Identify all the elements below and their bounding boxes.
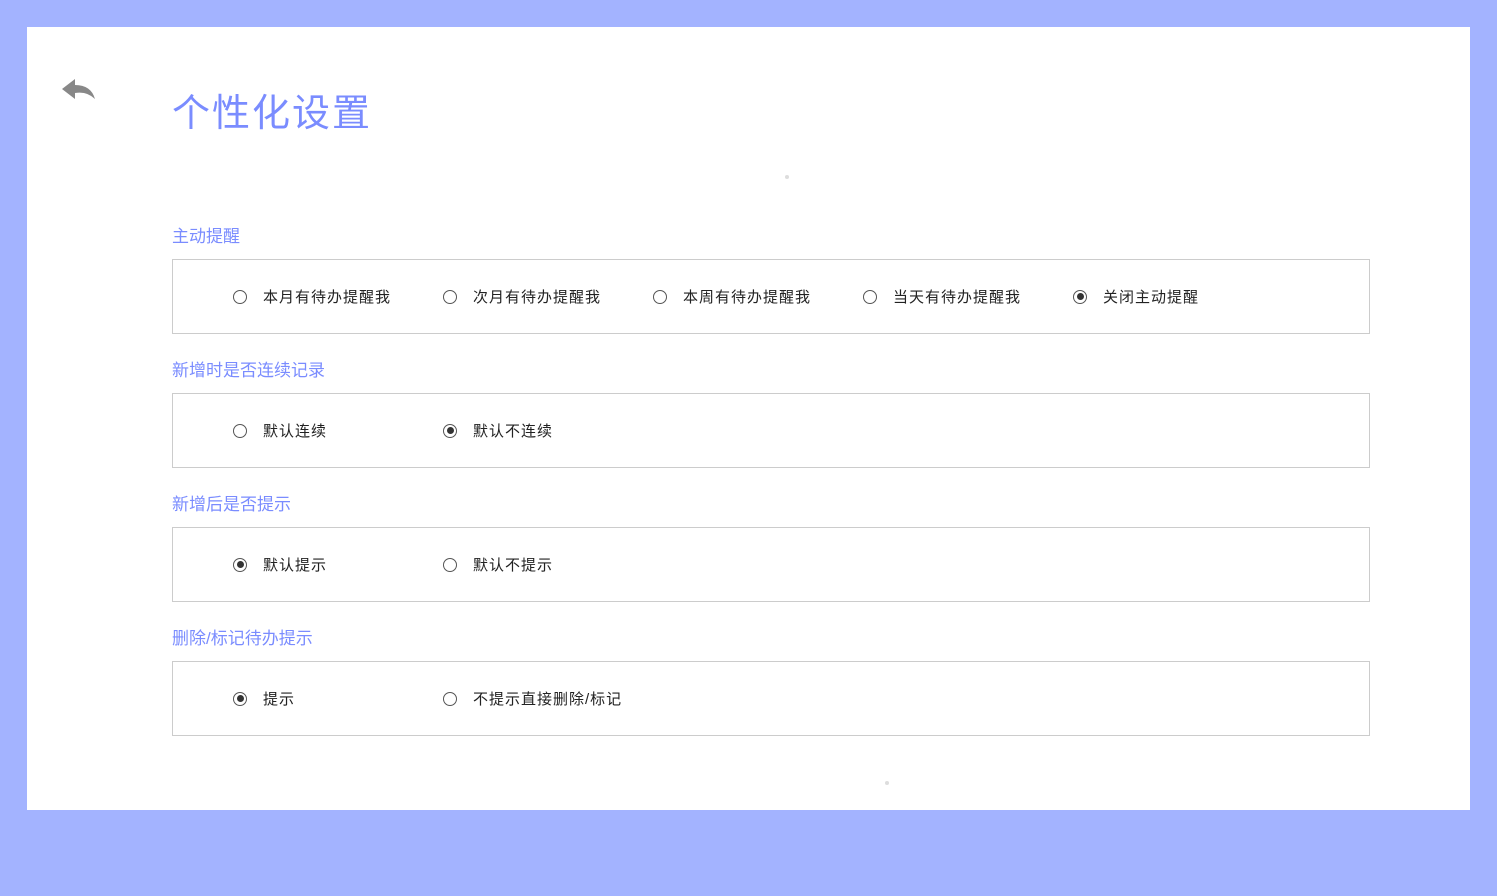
radio-icon: [233, 692, 247, 706]
radio-icon: [653, 290, 667, 304]
radio-label: 提示: [263, 688, 295, 709]
radio-label: 默认不连续: [473, 420, 553, 441]
radio-option-no-prompt-direct[interactable]: 不提示直接删除/标记: [413, 684, 623, 713]
section-title: 主动提醒: [172, 222, 1370, 247]
radio-option-close[interactable]: 关闭主动提醒: [1043, 282, 1253, 311]
settings-panel: 个性化设置 主动提醒 本月有待办提醒我 次月有待办提醒我 本周有待办提醒我: [27, 27, 1470, 810]
radio-icon: [863, 290, 877, 304]
page-title: 个性化设置: [172, 82, 1430, 137]
radio-icon: [443, 424, 457, 438]
option-box: 本月有待办提醒我 次月有待办提醒我 本周有待办提醒我 当天有待办提醒我 关闭主动…: [172, 259, 1370, 334]
radio-icon: [233, 424, 247, 438]
radio-label: 次月有待办提醒我: [473, 286, 601, 307]
radio-option-not-continuous[interactable]: 默认不连续: [413, 416, 623, 445]
decorative-dot: [885, 781, 889, 785]
section-after-add-prompt: 新增后是否提示 默认提示 默认不提示: [172, 490, 1370, 602]
section-title: 新增后是否提示: [172, 490, 1370, 515]
radio-option-continuous[interactable]: 默认连续: [203, 416, 413, 445]
section-active-reminder: 主动提醒 本月有待办提醒我 次月有待办提醒我 本周有待办提醒我 当天有待办提醒我: [172, 222, 1370, 334]
radio-option-prompt[interactable]: 默认提示: [203, 550, 413, 579]
section-title: 新增时是否连续记录: [172, 356, 1370, 381]
radio-icon: [1073, 290, 1087, 304]
radio-label: 本月有待办提醒我: [263, 286, 391, 307]
radio-option-next-month[interactable]: 次月有待办提醒我: [413, 282, 623, 311]
back-icon[interactable]: [57, 77, 97, 107]
radio-label: 默认不提示: [473, 554, 553, 575]
option-box: 默认连续 默认不连续: [172, 393, 1370, 468]
radio-icon: [443, 692, 457, 706]
radio-icon: [443, 558, 457, 572]
option-box: 默认提示 默认不提示: [172, 527, 1370, 602]
radio-option-prompt[interactable]: 提示: [203, 684, 413, 713]
section-title: 删除/标记待办提示: [172, 624, 1370, 649]
radio-option-month[interactable]: 本月有待办提醒我: [203, 282, 413, 311]
radio-label: 本周有待办提醒我: [683, 286, 811, 307]
radio-option-no-prompt[interactable]: 默认不提示: [413, 550, 623, 579]
radio-label: 关闭主动提醒: [1103, 286, 1199, 307]
settings-content: 主动提醒 本月有待办提醒我 次月有待办提醒我 本周有待办提醒我 当天有待办提醒我: [172, 222, 1370, 736]
radio-label: 默认连续: [263, 420, 327, 441]
option-box: 提示 不提示直接删除/标记: [172, 661, 1370, 736]
radio-label: 当天有待办提醒我: [893, 286, 1021, 307]
radio-label: 默认提示: [263, 554, 327, 575]
radio-label: 不提示直接删除/标记: [473, 688, 622, 709]
radio-icon: [233, 290, 247, 304]
decorative-dot: [785, 175, 789, 179]
radio-option-week[interactable]: 本周有待办提醒我: [623, 282, 833, 311]
section-continuous-record: 新增时是否连续记录 默认连续 默认不连续: [172, 356, 1370, 468]
section-delete-mark-prompt: 删除/标记待办提示 提示 不提示直接删除/标记: [172, 624, 1370, 736]
radio-icon: [443, 290, 457, 304]
radio-icon: [233, 558, 247, 572]
radio-option-day[interactable]: 当天有待办提醒我: [833, 282, 1043, 311]
